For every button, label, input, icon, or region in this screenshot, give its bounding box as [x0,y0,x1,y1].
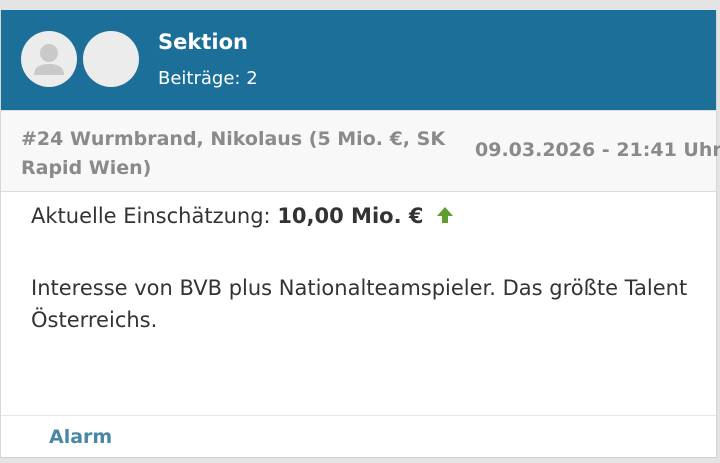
post-title[interactable]: #24 Wurmbrand, Nikolaus (5 Mio. €, SK Ra… [21,125,471,183]
arrow-up-icon [437,207,454,223]
club-avatar[interactable] [83,31,139,87]
user-silhouette-icon [34,44,64,75]
section-title[interactable]: Sektion [158,30,248,54]
post-card: Sektion Beiträge: 2 #24 Wurmbrand, Nikol… [0,10,720,458]
alarm-link[interactable]: Alarm [49,426,112,448]
post-meta-bar: #24 Wurmbrand, Nikolaus (5 Mio. €, SK Ra… [1,110,720,192]
assessment-label: Aktuelle Einschätzung: [31,204,271,228]
user-avatar[interactable] [21,31,77,87]
market-value-assessment: Aktuelle Einschätzung: 10,00 Mio. € [31,200,691,232]
post-date: 09.03.2026 - 21:41 Uhr [475,139,720,161]
post-text: Interesse von BVB plus Nationalteamspiel… [31,276,688,332]
section-header: Sektion Beiträge: 2 [1,10,716,110]
post-footer: Alarm [1,415,716,458]
post-count: Beiträge: 2 [158,68,258,89]
assessment-value: 10,00 Mio. € [277,204,424,228]
post-body: Aktuelle Einschätzung: 10,00 Mio. € Inte… [31,200,691,336]
